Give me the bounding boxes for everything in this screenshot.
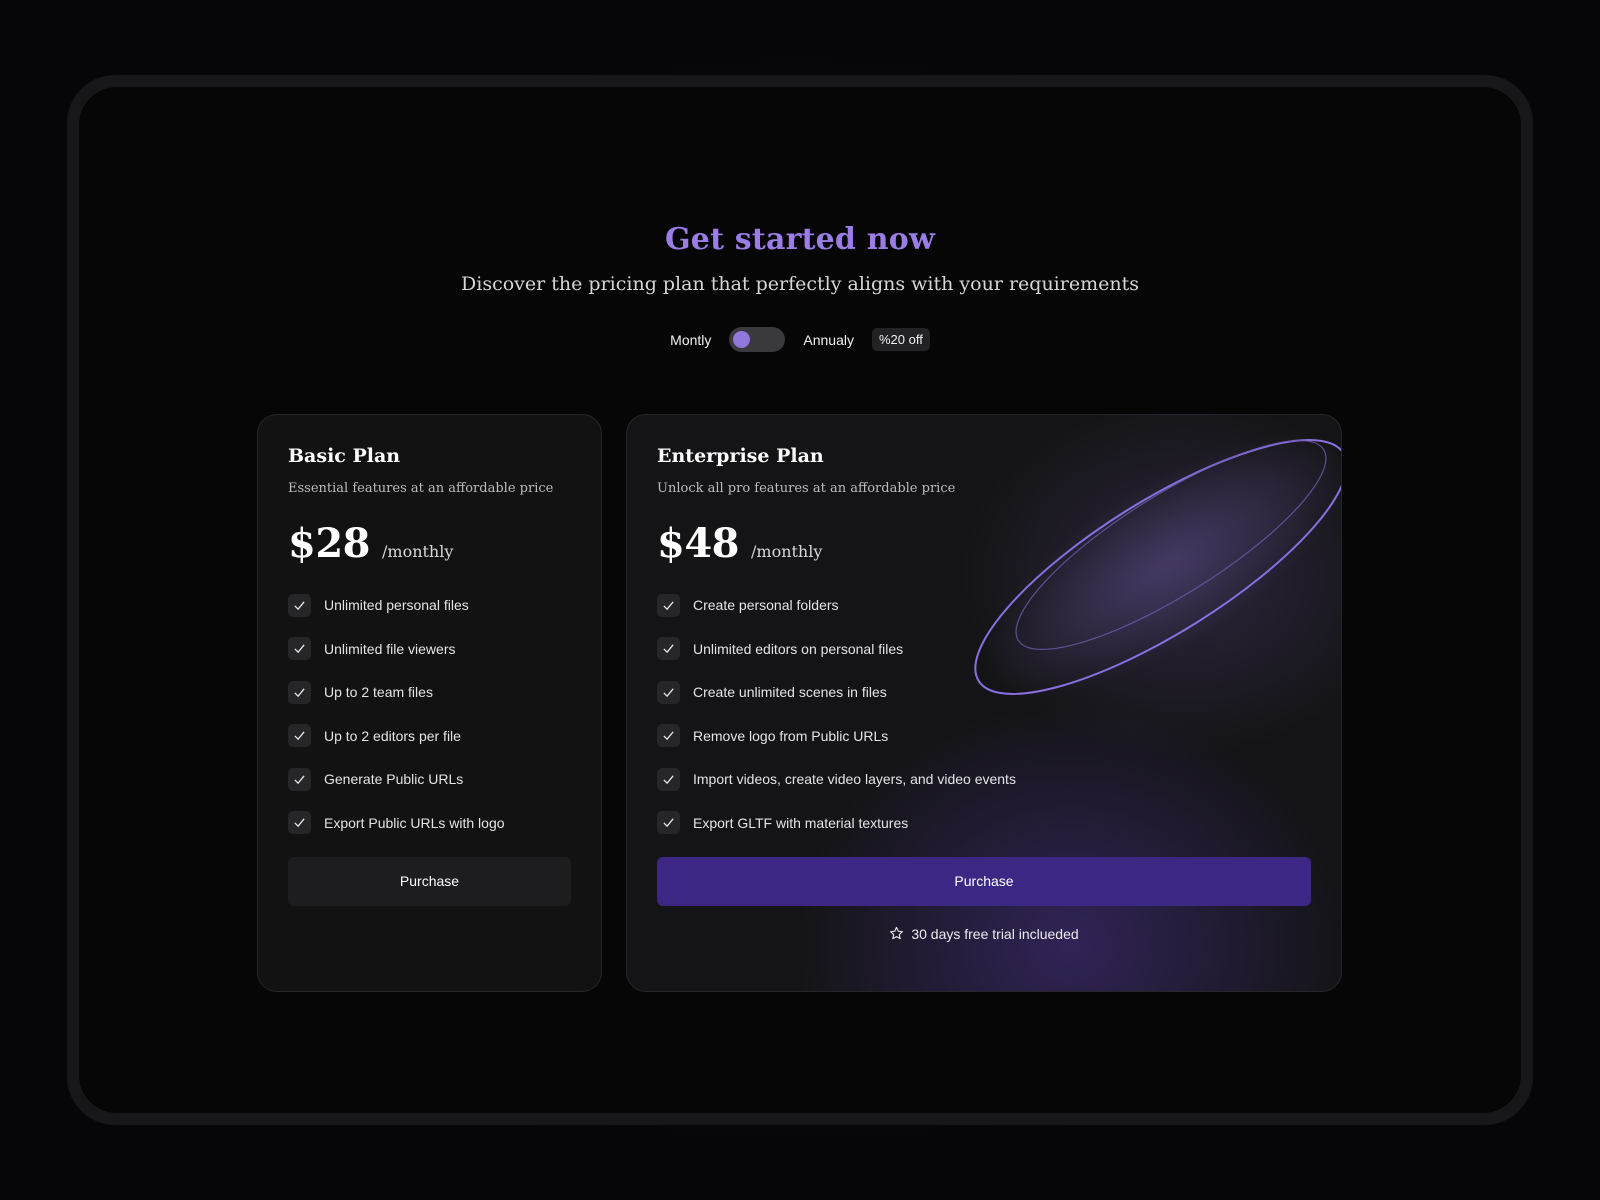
feature-item: Unlimited personal files [288,593,571,617]
plan-name: Enterprise Plan [657,445,824,467]
feature-text: Unlimited personal files [324,597,469,613]
switch-knob [733,331,751,348]
feature-item: Up to 2 editors per file [288,724,571,748]
feature-text: Unlimited editors on personal files [693,640,904,657]
check-icon [657,680,680,704]
feature-list: Create personal folders Unlimited editor… [657,593,1311,835]
hero: Get started now Discover the pricing pla… [79,222,1521,295]
plan-price: $48 [657,520,740,567]
feature-text: Export Public URLs with logo [324,814,505,831]
discount-badge: %20 off [871,328,930,351]
feature-item: Import videos, create video layers, and … [657,767,1311,791]
feature-text: Up to 2 team files [324,684,433,700]
plan-description: Unlock all pro features at an affordable… [657,481,956,496]
feature-item: Export GLTF with material textures [657,811,1311,835]
star-icon [890,926,904,940]
check-icon [288,593,311,617]
page-subtitle: Discover the pricing plan that perfectly… [461,273,1139,295]
annual-label[interactable]: Annualy [803,332,854,348]
feature-item: Generate Public URLs [288,767,571,791]
basic-purchase-button[interactable]: Purchase [288,856,571,906]
feature-text: Create personal folders [693,597,839,613]
feature-text: Import videos, create video layers, and … [693,771,1016,787]
check-icon [657,593,680,617]
billing-toggle-row: Montly Annualy %20 off [79,327,1521,352]
feature-item: Export Public URLs with logo [288,811,571,835]
device-frame: Get started now Discover the pricing pla… [67,75,1533,1125]
feature-item: Create unlimited scenes in files [657,680,1311,704]
pricing-screen: Get started now Discover the pricing pla… [79,87,1521,1113]
feature-item: Remove logo from Public URLs [657,724,1311,748]
basic-plan-card: Basic Plan Essential features at an affo… [257,414,602,992]
trial-text: 30 days free trial inclueded [911,925,1079,942]
check-icon [657,767,680,791]
feature-text: Remove logo from Public URLs [693,727,889,744]
check-icon [657,811,680,834]
plan-period: /monthly [751,542,823,561]
feature-text: Export GLTF with material textures [693,814,909,831]
feature-item: Unlimited file viewers [288,637,571,661]
check-icon [288,637,311,660]
feature-list: Unlimited personal files Unlimited file … [288,593,571,835]
feature-text: Generate Public URLs [324,771,464,787]
check-icon [288,767,311,791]
feature-text: Up to 2 editors per file [324,727,461,744]
page-title: Get started now [664,222,935,257]
plan-price: $28 [288,520,371,567]
feature-text: Create unlimited scenes in files [693,684,887,700]
trial-note: 30 days free trial inclueded [657,926,1311,942]
check-icon [657,637,680,660]
enterprise-purchase-button[interactable]: Purchase [657,856,1311,906]
price-row: $48 /monthly [657,520,1311,567]
check-icon [288,724,311,747]
check-icon [288,680,311,704]
feature-item: Create personal folders [657,593,1311,617]
check-icon [288,811,311,834]
billing-period-switch[interactable] [729,327,786,352]
feature-text: Unlimited file viewers [324,640,456,657]
feature-item: Unlimited editors on personal files [657,637,1311,661]
check-icon [657,724,680,747]
monthly-label[interactable]: Montly [670,332,711,348]
plan-name: Basic Plan [288,445,401,467]
enterprise-plan-card: Enterprise Plan Unlock all pro features … [626,414,1342,992]
price-row: $28 /monthly [288,520,571,567]
plan-period: /monthly [382,542,454,561]
plan-description: Essential features at an affordable pric… [288,481,554,496]
feature-item: Up to 2 team files [288,680,571,704]
